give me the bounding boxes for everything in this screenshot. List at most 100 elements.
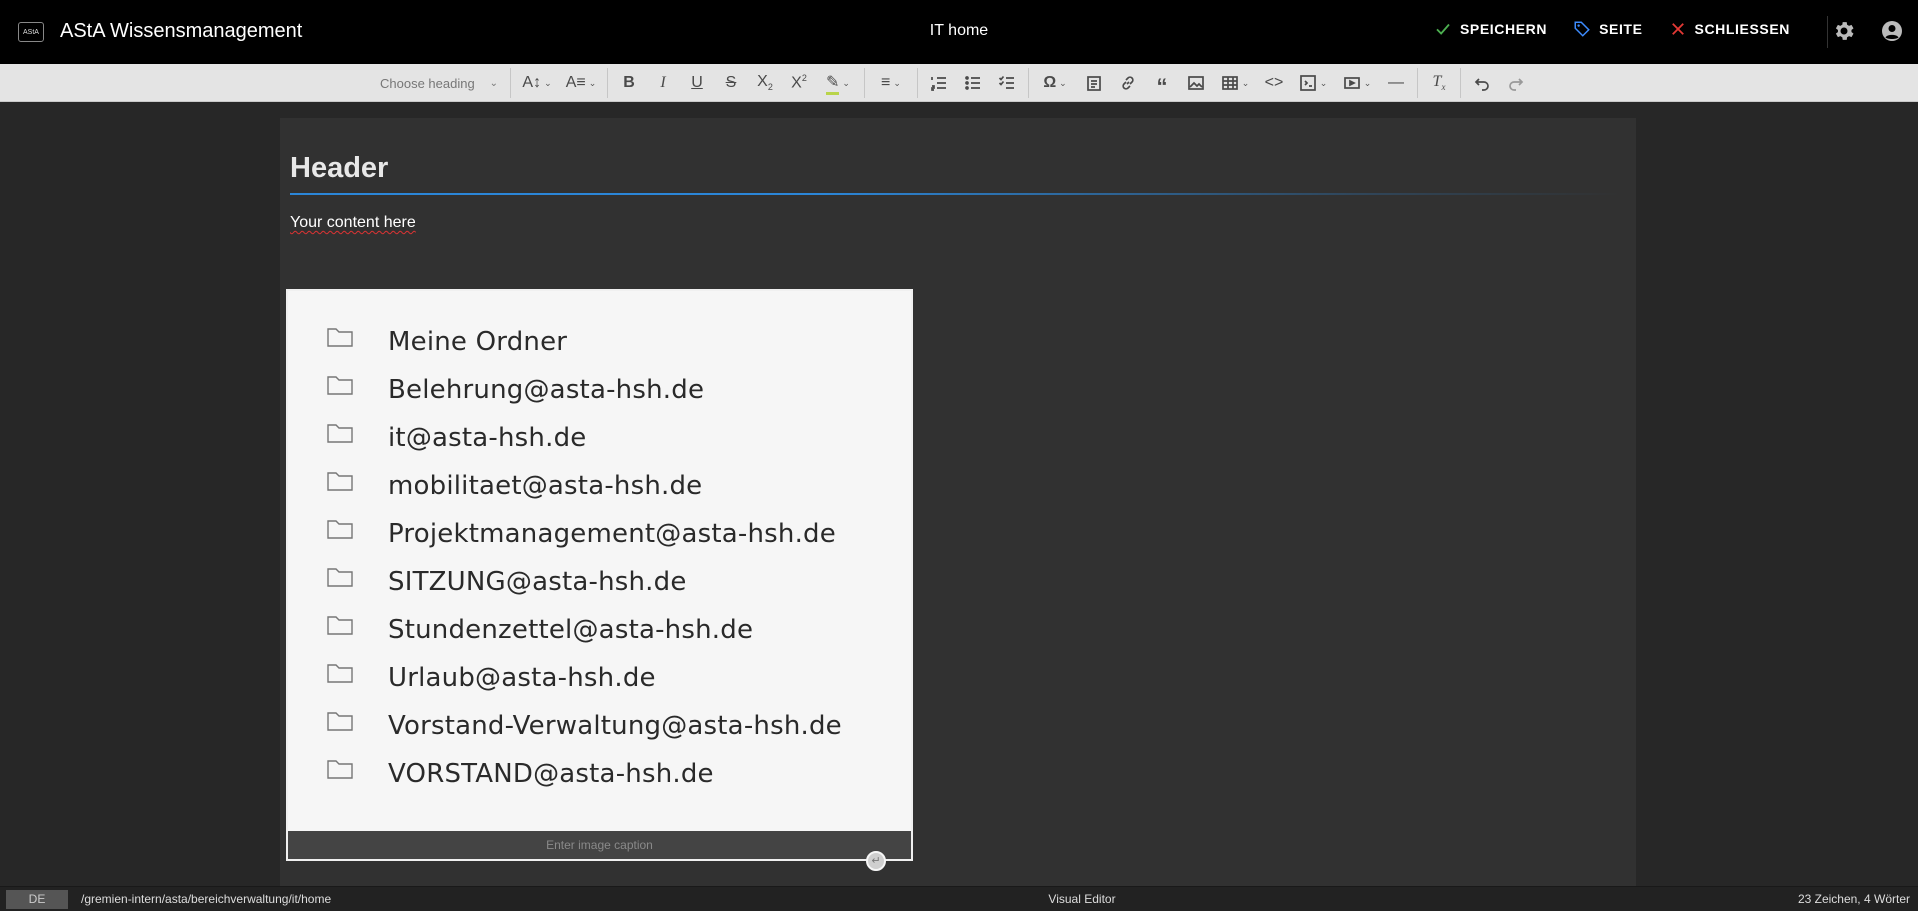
underline-icon: U [691,74,703,91]
close-button[interactable]: SCHLIESSEN [1669,20,1790,38]
chevron-down-icon: ⌄ [1059,77,1067,88]
folder-row: Projektmanagement@asta-hsh.de [288,507,911,555]
insert-paragraph-handle[interactable]: ↵ [866,851,886,871]
image-caption-input[interactable]: Enter image caption [288,831,911,859]
font-size-icon: A↕ [522,74,542,91]
app-title[interactable]: AStA Wissensmanagement [60,20,302,43]
align-button[interactable]: ≡ ⌄ [869,64,913,102]
chevron-down-icon: ⌄ [1319,77,1328,88]
folder-icon [327,664,353,683]
check-icon [1436,23,1450,35]
bulleted-list-icon [965,76,980,90]
top-divider [1827,16,1828,48]
folder-name: SITZUNG@asta-hsh.de [388,567,687,597]
content-paragraph[interactable]: Your content here [290,214,416,232]
table-icon [1221,76,1238,90]
chevron-down-icon: ⌄ [588,77,597,88]
folder-icon [327,424,353,443]
image-figure[interactable]: Meine Ordner Belehrung@asta-hsh.de it@asta… [286,289,913,871]
undo-icon [1474,78,1489,91]
todo-list-button[interactable] [990,64,1024,102]
highlight-button[interactable]: ✎ ⌄ [816,64,860,102]
logo[interactable]: AStA [18,22,44,42]
link-button[interactable] [1111,64,1145,102]
folder-icon [327,712,353,731]
superscript-button[interactable]: X2 [782,64,816,102]
chevron-down-icon: ⌄ [1363,77,1372,88]
numbered-list-button[interactable] [922,64,956,102]
code-block-button[interactable]: ⌄ [1291,64,1335,102]
page-title: IT home [929,22,989,39]
horizontal-line-button[interactable]: — [1379,64,1413,102]
close-icon [1671,23,1684,35]
folder-icon [327,760,353,779]
paste-icon [1087,76,1101,91]
bold-button[interactable]: B [612,64,646,102]
heading-rule [290,193,1620,195]
tag-icon [1574,21,1590,37]
folder-name: Urlaub@asta-hsh.de [388,663,656,693]
redo-button[interactable] [1499,64,1533,102]
top-actions: SPEICHERN SEITE SCHLIESSEN [1434,20,1790,38]
folder-name: Stundenzettel@asta-hsh.de [388,615,754,645]
editor-toolbar: Choose heading ⌄ A↕ ⌄ A≡ ⌄ B I U S X2 X2 ✎… [0,64,1918,102]
editor-area[interactable]: Header Your content here Meine Ordner Bel… [280,118,1636,886]
horizontal-line-icon: — [1388,74,1404,91]
folder-row: Stundenzettel@asta-hsh.de [288,603,911,651]
page-label: SEITE [1599,21,1643,37]
account-icon[interactable] [1880,19,1904,43]
word-count: 23 Zeichen, 4 Wörter [1797,892,1910,906]
page-properties-button[interactable]: SEITE [1573,20,1642,38]
remove-format-icon: Tx [1432,73,1446,93]
underline-button[interactable]: U [680,64,714,102]
save-button[interactable]: SPEICHERN [1434,20,1547,38]
chevron-down-icon: ⌄ [893,77,901,88]
gear-icon[interactable] [1832,19,1856,43]
chevron-down-icon: ⌄ [1241,77,1250,88]
folder-icon [327,328,353,347]
image-icon [1188,76,1204,90]
folder-row: Vorstand-Verwaltung@asta-hsh.de [288,699,911,747]
folder-icon [327,376,353,395]
table-button[interactable]: ⌄ [1213,64,1257,102]
top-icons [1832,19,1904,43]
media-icon [1343,77,1360,89]
subscript-button[interactable]: X2 [748,64,782,102]
heading-dropdown[interactable]: Choose heading ⌄ [372,76,506,91]
save-label: SPEICHERN [1459,21,1548,37]
remove-format-button[interactable]: Tx [1422,64,1456,102]
folder-row: Urlaub@asta-hsh.de [288,651,911,699]
special-characters-button[interactable]: Ω ⌄ [1033,64,1077,102]
undo-button[interactable] [1465,64,1499,102]
link-icon [1122,76,1134,90]
chevron-down-icon: ⌄ [842,77,850,88]
folder-row: SITZUNG@asta-hsh.de [288,555,911,603]
align-left-icon: ≡ [881,74,891,91]
toolbar-separator [510,68,511,98]
bulleted-list-button[interactable] [956,64,990,102]
top-bar: AStA AStA Wissensmanagement IT home SPEI… [0,0,1918,64]
code-button[interactable]: <> [1257,64,1291,102]
font-size-button[interactable]: A↕ ⌄ [515,64,559,102]
chevron-down-icon: ⌄ [544,77,552,88]
folder-row: mobilitaet@asta-hsh.de [288,459,911,507]
folder-row: VORSTAND@asta-hsh.de [288,747,911,795]
status-bar: DE /gremien-intern/asta/bereichverwaltun… [0,886,1918,911]
strikethrough-button[interactable]: S [714,64,748,102]
font-family-button[interactable]: A≡ ⌄ [559,64,603,102]
todo-list-icon [998,75,1014,89]
heading-dropdown-label: Choose heading [380,75,475,91]
blockquote-button[interactable]: “ [1145,64,1179,102]
bold-icon: B [623,74,635,91]
code-block-icon [1299,75,1316,91]
image-button[interactable] [1179,64,1213,102]
content-heading[interactable]: Header [290,152,388,185]
omega-icon: Ω [1043,74,1057,91]
paste-from-office-button[interactable] [1077,64,1111,102]
italic-button[interactable]: I [646,64,680,102]
media-button[interactable]: ⌄ [1335,64,1379,102]
folder-name: it@asta-hsh.de [388,423,587,453]
font-family-icon: A≡ [565,74,586,91]
folder-icon [327,616,353,635]
highlight-icon: ✎ [826,72,840,95]
